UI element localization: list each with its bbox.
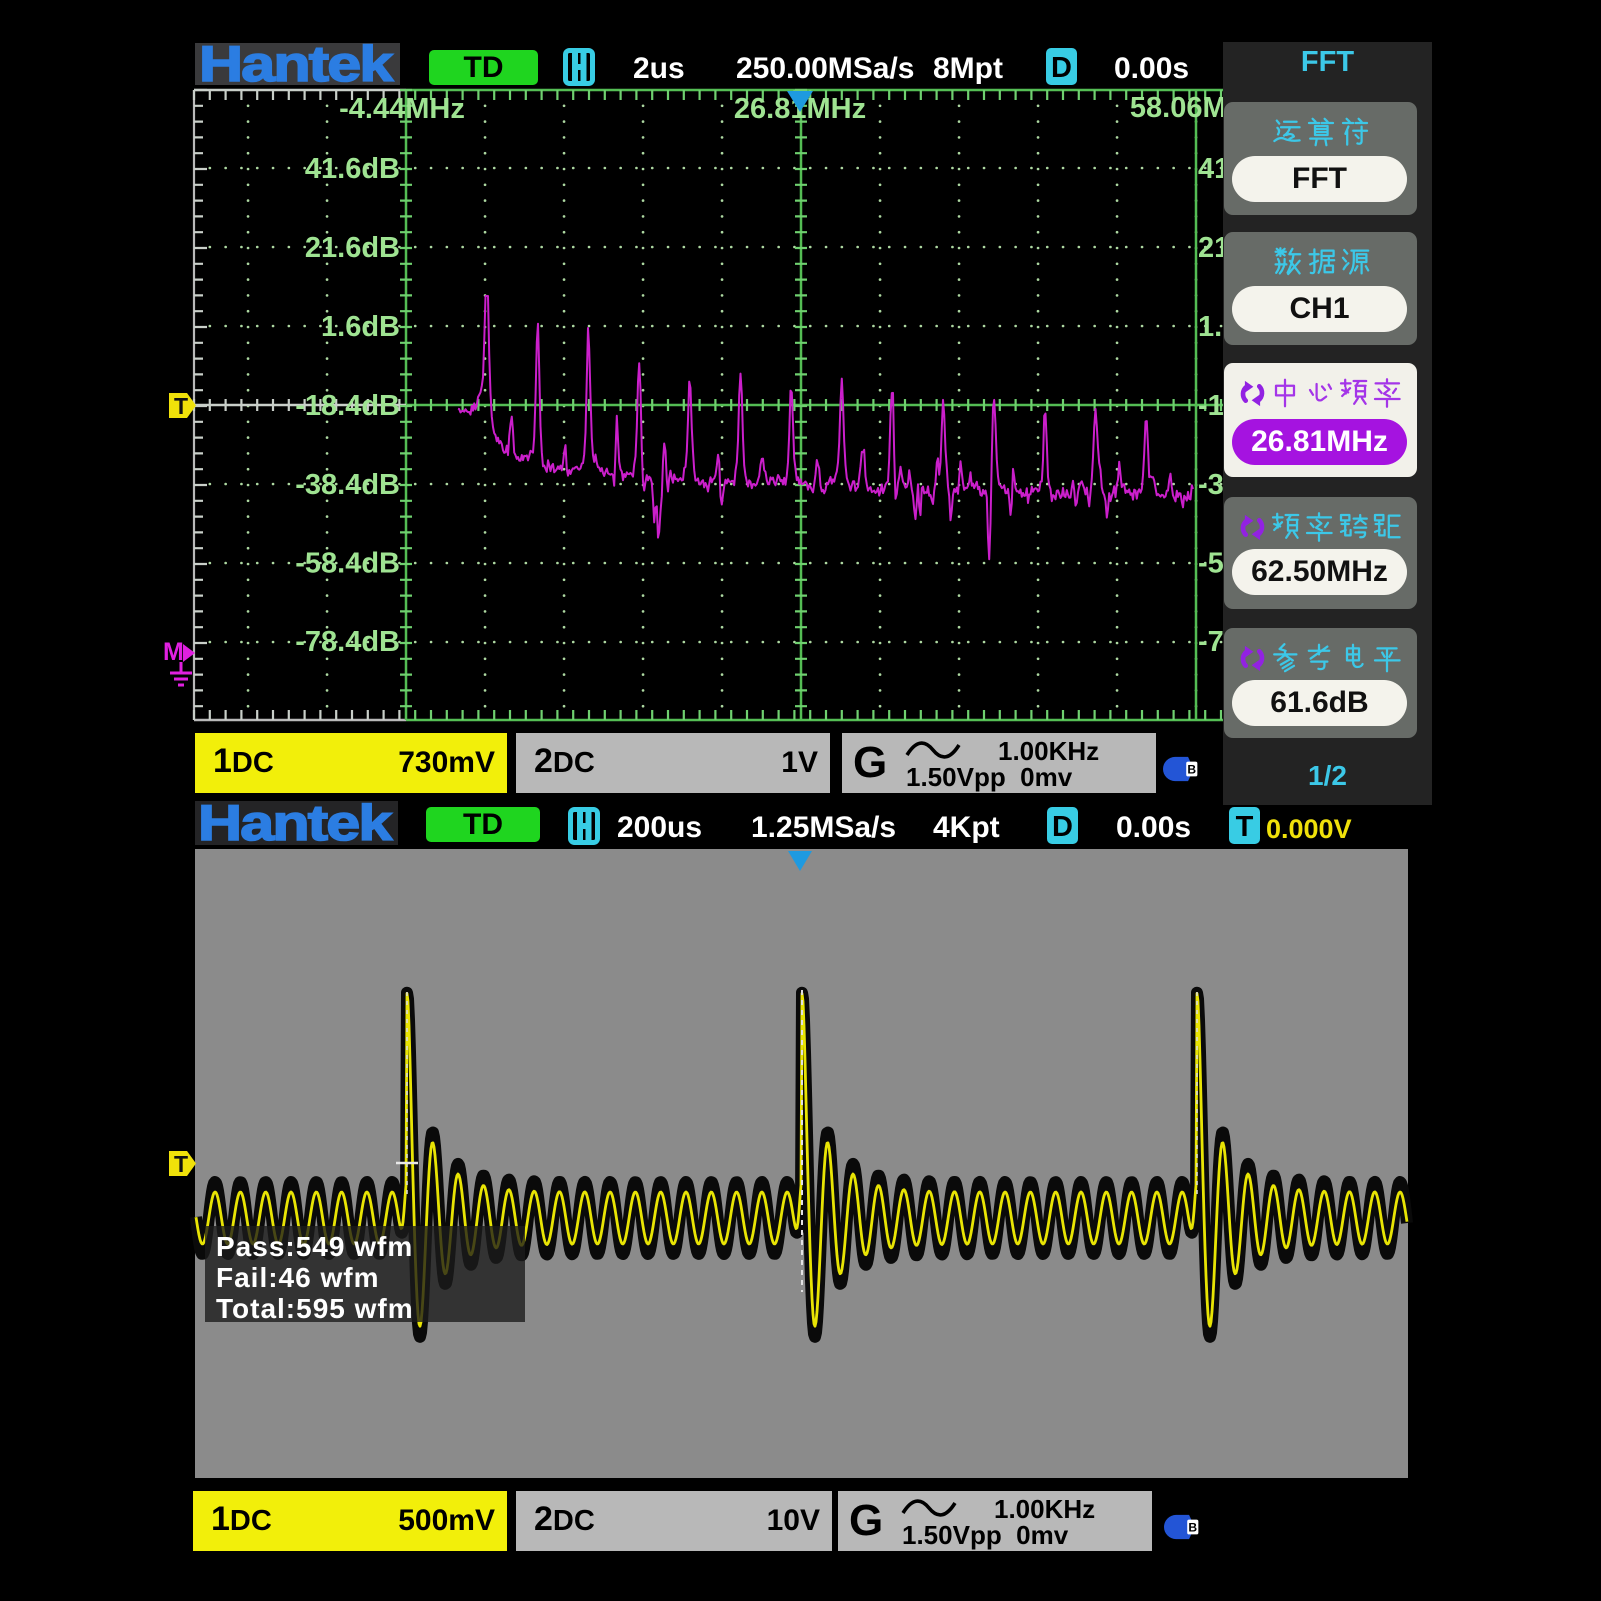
svg-text:B: B	[1187, 763, 1196, 777]
svg-text:-18.4dB: -18.4dB	[1198, 390, 1223, 422]
svg-text:-4.44MHz: -4.44MHz	[339, 93, 465, 125]
svg-text:M: M	[163, 638, 184, 666]
svg-text:-78.4dB: -78.4dB	[1198, 626, 1223, 658]
svg-text:Fail:46 wfm: Fail:46 wfm	[216, 1262, 379, 1293]
svg-text:Total:595 wfm: Total:595 wfm	[216, 1293, 414, 1324]
svg-text:Pass:549 wfm: Pass:549 wfm	[216, 1231, 413, 1262]
svg-text:21.6dB: 21.6dB	[305, 232, 400, 264]
svg-text:58.06MHz: 58.06MHz	[1130, 92, 1223, 124]
svg-text:D: D	[1052, 811, 1073, 843]
svg-text:-18.4dB: -18.4dB	[295, 390, 400, 422]
svg-text:1.6dB: 1.6dB	[1198, 311, 1223, 343]
svg-text:41.6dB: 41.6dB	[1198, 153, 1223, 185]
svg-text:B: B	[1188, 1521, 1197, 1535]
svg-text:D: D	[1051, 52, 1072, 84]
svg-text:-58.4dB: -58.4dB	[295, 548, 400, 580]
svg-text:T: T	[174, 1151, 188, 1177]
svg-text:T: T	[174, 393, 188, 419]
svg-text:T: T	[1236, 811, 1254, 843]
svg-text:41.6dB: 41.6dB	[305, 153, 400, 185]
svg-text:-38.4dB: -38.4dB	[295, 469, 400, 501]
svg-text:1.6dB: 1.6dB	[321, 311, 400, 343]
svg-text:-58.4dB: -58.4dB	[1198, 548, 1223, 580]
svg-text:-38.4dB: -38.4dB	[1198, 469, 1223, 501]
svg-text:21.6dB: 21.6dB	[1198, 232, 1223, 264]
svg-text:-78.4dB: -78.4dB	[295, 626, 400, 658]
